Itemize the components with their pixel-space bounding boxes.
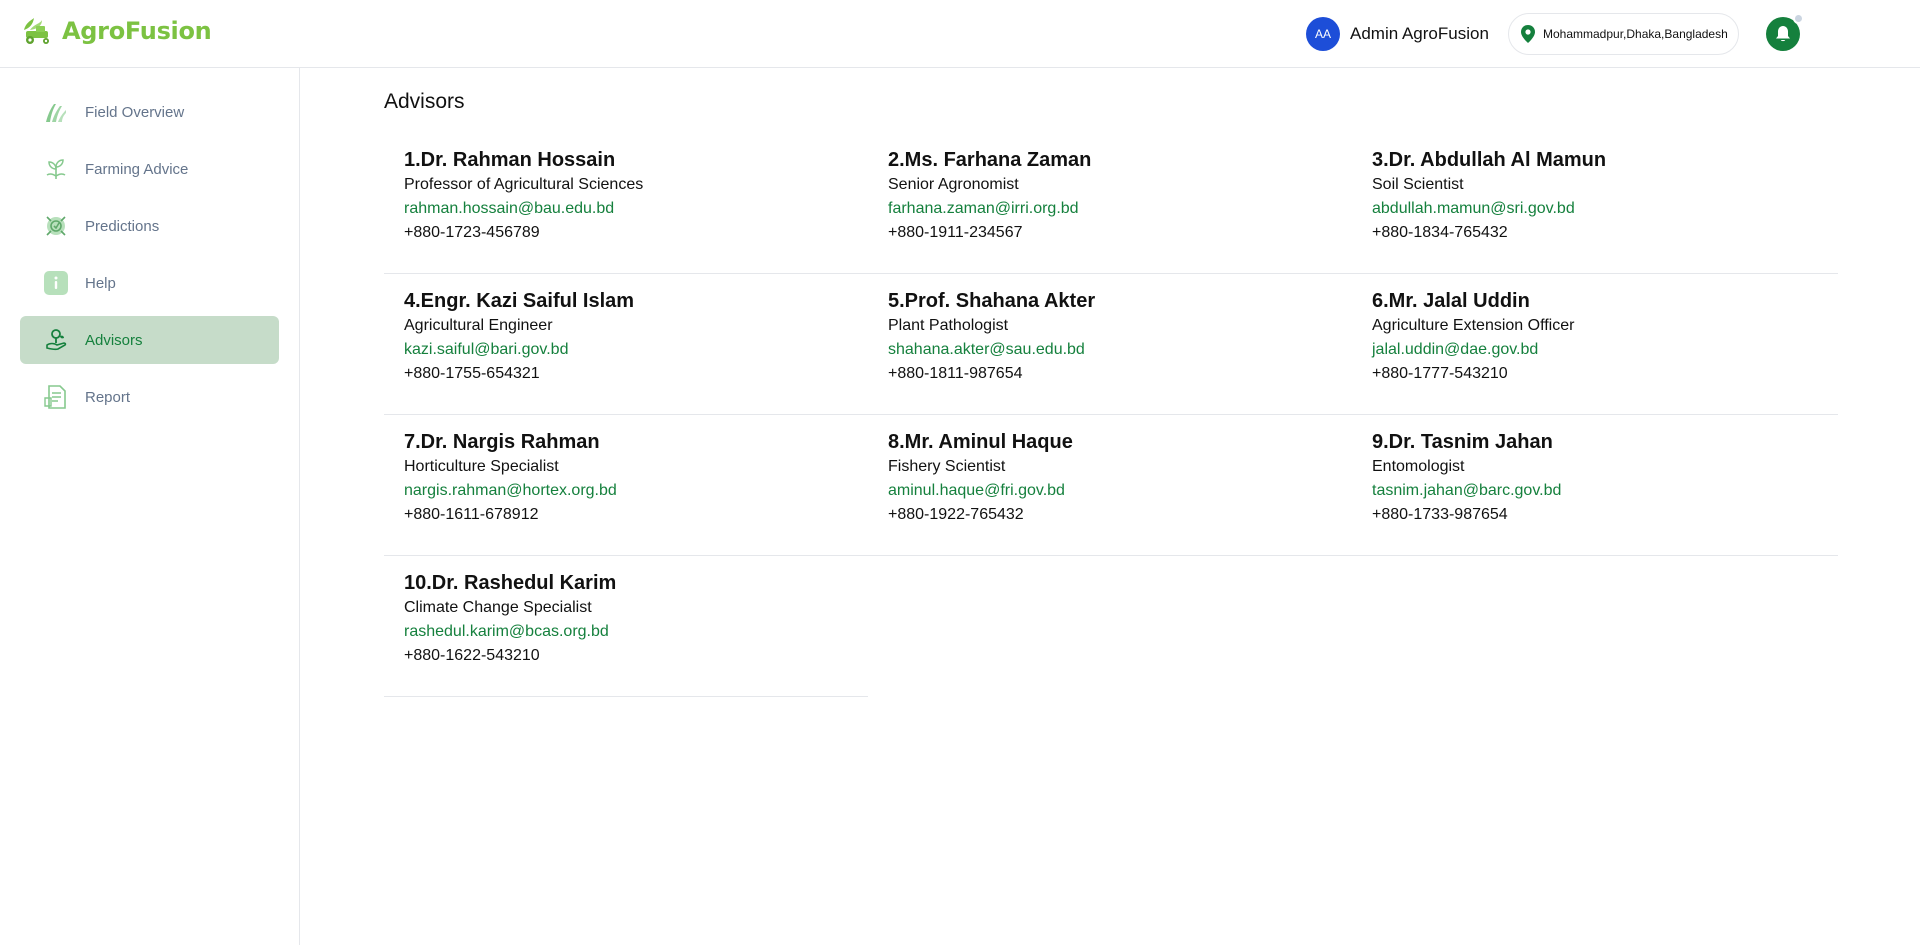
report-icon (43, 384, 69, 410)
advisor-phone: +880-1622-543210 (404, 647, 540, 664)
advisor-card: 7.Dr. Nargis Rahman Horticulture Speciali… (384, 415, 868, 556)
user-name[interactable]: Admin AgroFusion (1350, 24, 1489, 44)
advisor-email-link[interactable]: rashedul.karim@bcas.org.bd (404, 620, 848, 644)
advisor-email-link[interactable]: abdullah.mamun@sri.gov.bd (1372, 197, 1818, 221)
advisor-title: Professor of Agricultural Sciences (404, 176, 644, 193)
tractor-logo-icon (24, 18, 49, 44)
brand-name: AgroFusion (62, 17, 212, 45)
advisor-grid: 1.Dr. Rahman Hossain Professor of Agricul… (384, 133, 1838, 697)
sidebar-item-field-overview[interactable]: Field Overview (20, 88, 279, 136)
advisor-title: Agriculture Extension Officer (1372, 317, 1575, 334)
advisor-email-link[interactable]: nargis.rahman@hortex.org.bd (404, 479, 848, 503)
advisor-phone: +880-1911-234567 (888, 224, 1023, 241)
advisor-name: 3.Dr. Abdullah Al Mamun (1372, 149, 1607, 171)
advisor-name: 5.Prof. Shahana Akter (888, 290, 1096, 312)
sidebar-item-label: Advisors (85, 331, 143, 349)
advisor-icon (43, 327, 69, 353)
advisor-name: 4.Engr. Kazi Saiful Islam (404, 290, 635, 312)
field-icon (43, 99, 69, 125)
advisor-title: Entomologist (1372, 458, 1465, 475)
advisor-email-link[interactable]: tasnim.jahan@barc.gov.bd (1372, 479, 1818, 503)
advisor-card: 6.Mr. Jalal Uddin Agriculture Extension O… (1352, 274, 1838, 415)
advisor-email-link[interactable]: shahana.akter@sau.edu.bd (888, 338, 1332, 362)
page-title: Advisors (384, 90, 465, 113)
sprout-icon (43, 156, 69, 182)
advisor-card: 10.Dr. Rashedul Karim Climate Change Spec… (384, 556, 868, 697)
advisor-title: Horticulture Specialist (404, 458, 559, 475)
advisor-phone: +880-1834-765432 (1372, 224, 1508, 241)
info-icon (43, 270, 69, 296)
advisor-phone: +880-1723-456789 (404, 224, 540, 241)
advisor-phone: +880-1611-678912 (404, 506, 539, 523)
advisor-name: 10.Dr. Rashedul Karim (404, 572, 617, 594)
sidebar-item-predictions[interactable]: Predictions (20, 202, 279, 250)
sidebar-item-report[interactable]: Report (20, 373, 279, 421)
sidebar-item-farming-advice[interactable]: Farming Advice (20, 145, 279, 193)
advisor-title: Agricultural Engineer (404, 317, 553, 334)
sidebar-item-label: Predictions (85, 217, 160, 235)
location-selector[interactable]: Mohammadpur,Dhaka,Bangladesh (1508, 13, 1739, 55)
advisor-name: 7.Dr. Nargis Rahman (404, 431, 600, 453)
advisor-card: 2.Ms. Farhana Zaman Senior Agronomist farh… (868, 133, 1352, 274)
sidebar-item-label: Field Overview (85, 103, 185, 121)
notifications-button[interactable] (1766, 13, 1804, 51)
sidebar-item-help[interactable]: Help (20, 259, 279, 307)
advisor-title: Plant Pathologist (888, 317, 1009, 334)
advisor-name: 6.Mr. Jalal Uddin (1372, 290, 1530, 312)
sidebar-item-label: Farming Advice (85, 160, 189, 178)
advisor-card: 4.Engr. Kazi Saiful Islam Agricultural En… (384, 274, 868, 415)
prediction-icon (43, 213, 69, 239)
advisor-name: 1.Dr. Rahman Hossain (404, 149, 616, 171)
advisor-title: Climate Change Specialist (404, 599, 592, 616)
advisor-phone: +880-1922-765432 (888, 506, 1024, 523)
advisor-phone: +880-1755-654321 (404, 365, 540, 382)
advisor-title: Soil Scientist (1372, 176, 1464, 193)
notification-badge (1793, 13, 1804, 24)
location-text: Mohammadpur,Dhaka,Bangladesh (1543, 27, 1728, 41)
advisor-card: 1.Dr. Rahman Hossain Professor of Agricul… (384, 133, 868, 274)
advisor-email-link[interactable]: rahman.hossain@bau.edu.bd (404, 197, 848, 221)
bell-icon (1776, 25, 1790, 41)
sidebar-item-label: Help (85, 274, 116, 292)
advisor-name: 8.Mr. Aminul Haque (888, 431, 1073, 453)
sidebar-item-label: Report (85, 388, 131, 406)
advisor-title: Senior Agronomist (888, 176, 1019, 193)
main-content: Advisors 1.Dr. Rahman Hossain Professor o… (384, 90, 1838, 697)
advisor-phone: +880-1733-987654 (1372, 506, 1508, 523)
top-header: AgroFusion AA Admin AgroFusion Mohammadp… (0, 0, 1920, 68)
brand-logo[interactable]: AgroFusion (20, 16, 212, 46)
sidebar-nav: Field Overview Farming Advice Prediction… (20, 88, 279, 430)
advisor-email-link[interactable]: farhana.zaman@irri.org.bd (888, 197, 1332, 221)
advisor-phone: +880-1811-987654 (888, 365, 1023, 382)
advisor-email-link[interactable]: aminul.haque@fri.gov.bd (888, 479, 1332, 503)
advisor-title: Fishery Scientist (888, 458, 1006, 475)
advisor-name: 9.Dr. Tasnim Jahan (1372, 431, 1553, 453)
advisor-email-link[interactable]: jalal.uddin@dae.gov.bd (1372, 338, 1818, 362)
advisor-email-link[interactable]: kazi.saiful@bari.gov.bd (404, 338, 848, 362)
map-pin-icon (1521, 25, 1535, 43)
advisor-card: 5.Prof. Shahana Akter Plant Pathologist sh… (868, 274, 1352, 415)
user-menu[interactable]: AA Admin AgroFusion (1306, 17, 1489, 51)
avatar[interactable]: AA (1306, 17, 1340, 51)
advisor-card: 8.Mr. Aminul Haque Fishery Scientist aminu… (868, 415, 1352, 556)
advisor-name: 2.Ms. Farhana Zaman (888, 149, 1092, 171)
advisor-card: 3.Dr. Abdullah Al Mamun Soil Scientist abd… (1352, 133, 1838, 274)
advisor-phone: +880-1777-543210 (1372, 365, 1508, 382)
sidebar: Field Overview Farming Advice Prediction… (0, 68, 300, 945)
advisor-card: 9.Dr. Tasnim Jahan Entomologist tasnim.jah… (1352, 415, 1838, 556)
sidebar-item-advisors[interactable]: Advisors (20, 316, 279, 364)
